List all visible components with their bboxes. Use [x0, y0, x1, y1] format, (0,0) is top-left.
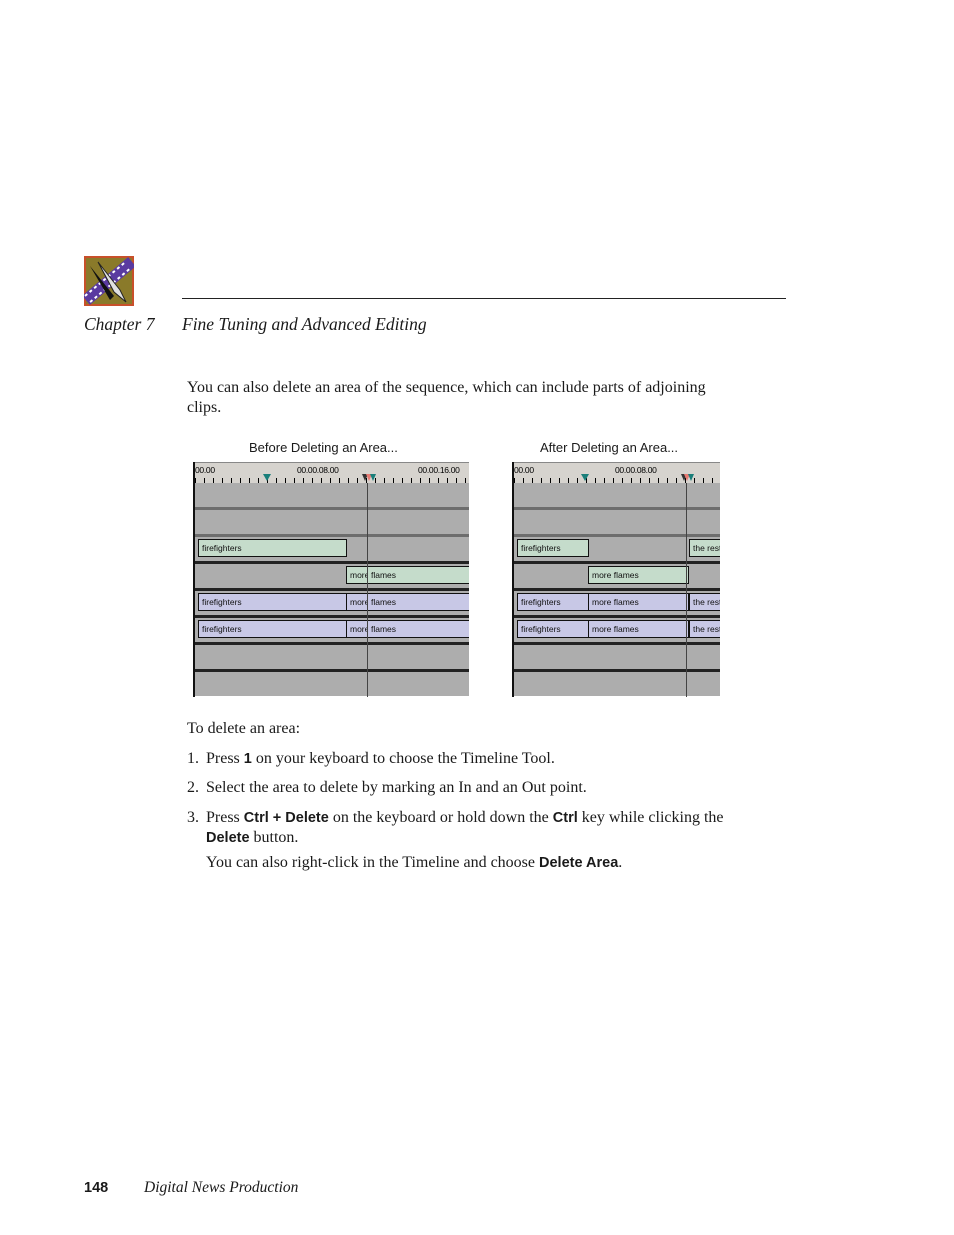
step-text: Press 1 on your keyboard to choose the T…	[206, 749, 747, 769]
timeline-track[interactable]: more flames	[195, 564, 469, 591]
timeline-clip[interactable]: more	[346, 620, 369, 638]
film-strip-scissors-logo	[82, 256, 136, 306]
timecode-ruler: 00.00 00.00.08.00	[514, 462, 720, 485]
timecode-label: 00.00.08.00	[615, 465, 657, 475]
step-text-part: Press	[206, 809, 244, 826]
timeline-track[interactable]	[514, 672, 720, 696]
chapter-title: Fine Tuning and Advanced Editing	[182, 314, 427, 334]
timeline-clip[interactable]: firefighters	[198, 539, 347, 557]
timecode-label: 00.00	[195, 465, 215, 475]
procedure-note: You can also right-click in the Timeline…	[206, 853, 622, 873]
mark-in-icon[interactable]	[263, 474, 271, 481]
step-number: 3.	[187, 809, 199, 826]
timeline-clip[interactable]: more flames	[588, 593, 689, 611]
button-name: Delete	[206, 830, 250, 846]
timeline-track[interactable]	[514, 483, 720, 510]
key-name: Ctrl	[552, 810, 578, 826]
timeline-clip[interactable]: firefighters	[198, 620, 347, 638]
step-text-part: on the keyboard or hold down the	[328, 809, 553, 826]
page-footer: 148 Digital News Production	[84, 1179, 298, 1197]
timeline-track[interactable]: firefighters more flames the rest	[514, 591, 720, 618]
timeline-clip[interactable]: firefighters	[517, 539, 589, 557]
timeline-clip[interactable]: flames	[368, 566, 469, 584]
timeline-track[interactable]	[195, 510, 469, 537]
step-text-part: button.	[249, 829, 299, 846]
playhead-line[interactable]	[367, 483, 368, 697]
intro-paragraph: You can also delete an area of the seque…	[187, 379, 706, 416]
timeline-clip[interactable]: more	[346, 593, 369, 611]
step-number: 1.	[187, 750, 199, 767]
chapter-label: Chapter 7	[84, 314, 155, 334]
timeline-track[interactable]: firefighters the rest	[514, 537, 720, 564]
timeline-clip[interactable]: firefighters	[198, 593, 347, 611]
timeline-clip[interactable]: the rest	[689, 539, 720, 557]
timeline-clip[interactable]: flames	[368, 593, 469, 611]
timeline-clip[interactable]: more	[346, 566, 369, 584]
timeline-before: 00.00 00.00.08.00 00.00.16.00 firefighte…	[193, 462, 469, 697]
step-text-part: key while clicking the	[577, 809, 724, 826]
chapter-heading: Chapter 7 Fine Tuning and Advanced Editin…	[84, 314, 427, 335]
timeline-track[interactable]: more flames	[514, 564, 720, 591]
step-text: Select the area to delete by marking an …	[206, 779, 587, 796]
step-number: 2.	[187, 779, 199, 796]
header-rule	[182, 298, 786, 299]
mark-in-icon[interactable]	[688, 474, 694, 481]
procedure-step: 3. Press Ctrl + Delete on the keyboard o…	[187, 808, 732, 848]
timeline-clip[interactable]: the rest	[689, 620, 720, 638]
timecode-label: 00.00.08.00	[297, 465, 339, 475]
timeline-track[interactable]	[195, 483, 469, 510]
step-text: Press Ctrl + Delete on the keyboard or h…	[206, 808, 732, 848]
timeline-track[interactable]: firefighters more flames	[195, 618, 469, 645]
menu-item-name: Delete Area	[539, 855, 619, 871]
timeline-track[interactable]	[514, 510, 720, 537]
mark-in-icon[interactable]	[581, 474, 589, 481]
timeline-clip[interactable]: more flames	[588, 566, 689, 584]
timeline-clip[interactable]: more flames	[588, 620, 689, 638]
timeline-clip[interactable]: the rest	[689, 593, 720, 611]
timeline-clip[interactable]: flames	[368, 620, 469, 638]
key-name: 1	[243, 751, 252, 767]
timeline-after: 00.00 00.00.08.00 firefighters the rest …	[512, 462, 720, 697]
procedure-lead: To delete an area:	[187, 720, 301, 737]
timecode-label: 00.00.16.00	[418, 465, 460, 475]
playhead-line[interactable]	[686, 483, 687, 697]
mark-in-icon[interactable]	[370, 474, 376, 481]
key-name: Ctrl + Delete	[243, 810, 329, 826]
page-number: 148	[84, 1180, 109, 1196]
timeline-track[interactable]: firefighters	[195, 537, 469, 564]
step-text-part: on your keyboard to choose the Timeline …	[251, 750, 555, 767]
note-text: You can also right-click in the Timeline…	[206, 854, 539, 871]
timeline-clip[interactable]: firefighters	[517, 620, 589, 638]
book-title: Digital News Production	[144, 1179, 299, 1196]
timecode-label: 00.00	[514, 465, 534, 475]
procedure-step: 1. Press 1 on your keyboard to choose th…	[187, 749, 747, 769]
figure-caption-after: After Deleting an Area...	[540, 440, 679, 455]
timeline-track[interactable]	[195, 645, 469, 672]
note-text: .	[618, 854, 623, 871]
timeline-track[interactable]	[514, 645, 720, 672]
timeline-track[interactable]: firefighters more flames the rest	[514, 618, 720, 645]
timeline-track[interactable]: firefighters more flames	[195, 591, 469, 618]
timecode-ruler: 00.00 00.00.08.00 00.00.16.00	[195, 462, 469, 485]
procedure-step: 2. Select the area to delete by marking …	[187, 778, 747, 798]
step-text-part: Press	[206, 750, 244, 767]
timeline-track[interactable]	[195, 672, 469, 696]
figure-caption-before: Before Deleting an Area...	[249, 440, 398, 455]
timeline-clip[interactable]: firefighters	[517, 593, 589, 611]
